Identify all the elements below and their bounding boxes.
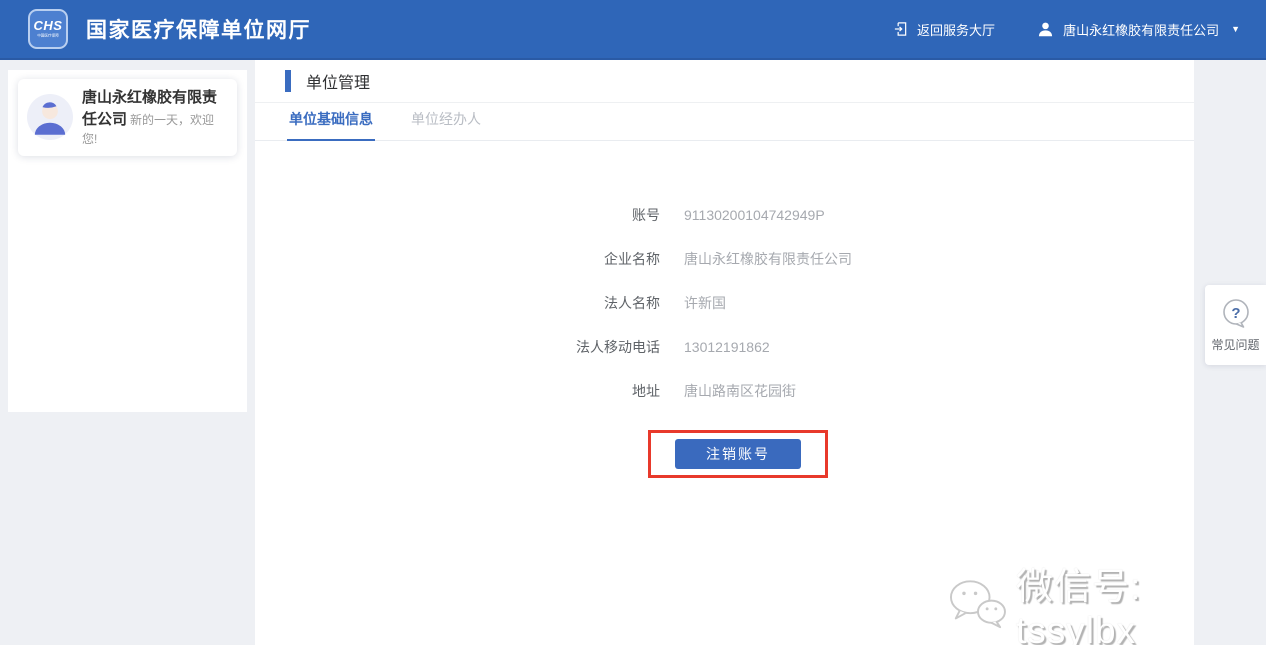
logo-text: CHS: [34, 19, 63, 32]
question-bubble-icon: ?: [1221, 298, 1251, 329]
tabs: 单位基础信息 单位经办人: [255, 103, 1194, 141]
deregister-account-button[interactable]: 注销账号: [675, 439, 801, 469]
field-value: 唐山永红橡胶有限责任公司: [684, 249, 852, 269]
field-value: 13012191862: [684, 339, 770, 355]
unit-info-form: 账号 91130200104742949P 企业名称 唐山永红橡胶有限责任公司 …: [255, 205, 1194, 425]
back-to-hall-link[interactable]: 返回服务大厅: [893, 20, 995, 39]
sidebar: 唐山永红橡胶有限责任公司新的一天，欢迎您!: [8, 70, 247, 412]
field-label: 法人名称: [255, 293, 660, 313]
tab-unit-basic-info[interactable]: 单位基础信息: [287, 109, 375, 140]
field-label: 地址: [255, 381, 660, 401]
field-value: 唐山路南区花园街: [684, 381, 796, 401]
main-content: 单位管理 单位基础信息 单位经办人 账号 91130200104742949P …: [255, 60, 1194, 645]
page-title-row: 单位管理: [255, 60, 1194, 103]
user-card-text: 唐山永红橡胶有限责任公司新的一天，欢迎您!: [82, 87, 229, 148]
form-row-address: 地址 唐山路南区花园街: [255, 381, 1194, 401]
form-row-account: 账号 91130200104742949P: [255, 205, 1194, 225]
chevron-down-icon: ▼: [1231, 24, 1240, 34]
field-label: 法人移动电话: [255, 337, 660, 357]
avatar: [27, 94, 73, 140]
faq-label: 常见问题: [1211, 336, 1259, 353]
exit-document-icon: [893, 21, 908, 37]
form-row-company-name: 企业名称 唐山永红橡胶有限责任公司: [255, 249, 1194, 269]
user-name-label: 唐山永红橡胶有限责任公司: [1063, 20, 1219, 39]
field-value: 91130200104742949P: [684, 207, 825, 223]
field-label: 企业名称: [255, 249, 660, 269]
annotation-red-box: 注销账号: [648, 430, 828, 478]
user-menu[interactable]: 唐山永红橡胶有限责任公司 ▼: [1037, 20, 1240, 39]
page-title: 单位管理: [306, 69, 370, 93]
field-label: 账号: [255, 205, 660, 225]
user-icon: [1037, 21, 1054, 38]
app-logo-icon: CHS 中国医疗保障: [28, 9, 68, 49]
page: CHS 中国医疗保障 国家医疗保障单位网厅 返回服务大厅: [0, 0, 1266, 645]
app-title: 国家医疗保障单位网厅: [86, 14, 311, 44]
app-header: CHS 中国医疗保障 国家医疗保障单位网厅 返回服务大厅: [0, 0, 1266, 60]
faq-button[interactable]: ? 常见问题: [1205, 285, 1266, 365]
title-accent-bar: [285, 70, 291, 92]
form-row-legal-phone: 法人移动电话 13012191862: [255, 337, 1194, 357]
header-right: 返回服务大厅 唐山永红橡胶有限责任公司 ▼: [893, 20, 1266, 39]
user-card: 唐山永红橡胶有限责任公司新的一天，欢迎您!: [18, 79, 237, 156]
svg-text:?: ?: [1231, 305, 1240, 322]
logo-subtext: 中国医疗保障: [37, 34, 59, 37]
back-link-label: 返回服务大厅: [917, 20, 995, 39]
tab-unit-agent[interactable]: 单位经办人: [409, 109, 483, 140]
form-row-legal-person: 法人名称 许新国: [255, 293, 1194, 313]
field-value: 许新国: [684, 293, 726, 313]
